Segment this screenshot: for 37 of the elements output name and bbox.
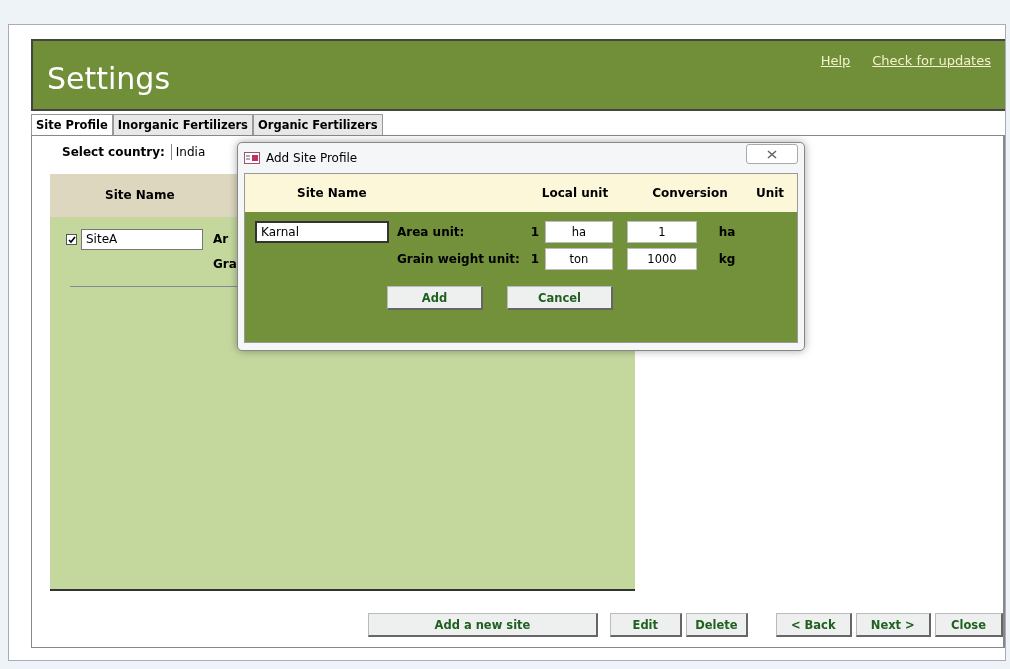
site-checkbox[interactable] — [66, 234, 77, 245]
unit-label: Grain weight unit: — [396, 251, 521, 267]
dialog-button[interactable]: Add — [387, 286, 483, 310]
action-button[interactable]: < Back — [776, 613, 852, 637]
tab[interactable]: Site Profile — [31, 114, 113, 136]
site-name-field[interactable]: SiteA — [81, 229, 203, 250]
form-icon — [244, 152, 260, 164]
action-button[interactable]: Close — [935, 613, 1003, 637]
unit-label: Area unit: — [396, 224, 466, 240]
column-header: Site Name — [296, 186, 368, 200]
tab[interactable]: Inorganic Fertilizers — [112, 114, 253, 136]
tab[interactable]: Organic Fertilizers — [253, 114, 383, 136]
action-button[interactable]: Delete — [685, 613, 748, 637]
column-header: Conversion — [651, 186, 729, 200]
close-icon — [767, 149, 777, 159]
unit-text: ha — [717, 225, 737, 239]
unit-count: 1 — [529, 225, 539, 239]
unit-count: 1 — [529, 252, 539, 266]
local-unit-field[interactable]: ha — [545, 221, 613, 243]
unit-text: kg — [717, 252, 737, 266]
dialog-button[interactable]: Cancel — [507, 286, 613, 310]
local-unit-field[interactable]: ton — [545, 248, 613, 270]
action-button[interactable]: Add a new site — [368, 613, 598, 637]
action-button[interactable]: Edit — [609, 613, 682, 637]
action-button[interactable]: Next > — [855, 613, 932, 637]
unit-label: Gra — [213, 257, 237, 272]
conversion-field[interactable]: 1000 — [627, 248, 697, 270]
unit-label: Ar — [213, 232, 230, 247]
column-header: Site Name — [105, 188, 175, 203]
close-button[interactable] — [746, 144, 798, 164]
dialog-title: Add Site Profile — [266, 151, 359, 165]
country-label: Select country: — [62, 144, 165, 160]
site-name-field[interactable]: Karnal — [255, 221, 389, 243]
column-header: Local unit — [540, 186, 610, 200]
conversion-field[interactable]: 1 — [627, 221, 697, 243]
page-title: Settings — [47, 60, 171, 96]
column-header: Unit — [754, 186, 786, 200]
